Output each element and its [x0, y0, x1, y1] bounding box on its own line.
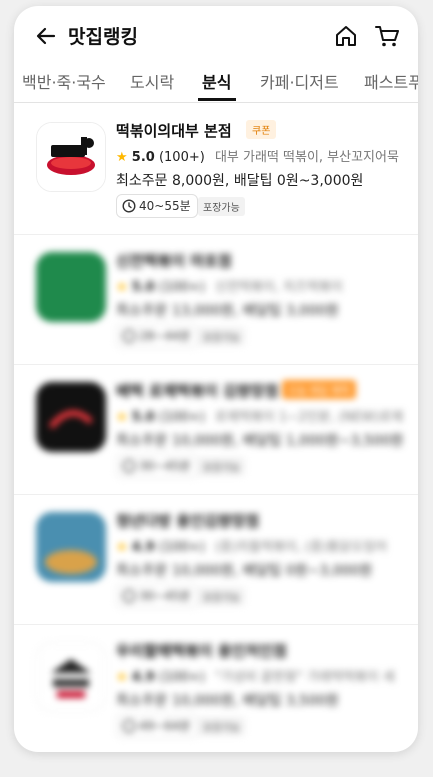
- store-item[interactable]: 배떡 로제떡볶이 김량장점 오늘 배달 혜택 ★ 5.0 (100+) 로제떡볶…: [14, 366, 418, 495]
- delivery-time: 49~64분: [139, 719, 191, 733]
- rating-value: 4.9: [131, 670, 155, 685]
- takeout-tag: 포장가능: [198, 457, 245, 476]
- star-icon: ★: [116, 150, 128, 165]
- delivery-time-chip: 30~45분: [116, 584, 198, 608]
- rating-value: 5.0: [131, 150, 155, 165]
- rating-row: ★ 5.0 (100+) 신전떡볶이, 치즈떡볶이: [116, 276, 343, 295]
- review-count: (100+): [158, 540, 205, 555]
- store-item[interactable]: 신전떡볶이 마포점 ★ 5.0 (100+) 신전떡볶이, 치즈떡볶이 최소주문…: [14, 236, 418, 365]
- store-name[interactable]: 청년다방 용인김량장점: [116, 510, 259, 531]
- star-icon: ★: [116, 280, 128, 295]
- page-title: 맛집랭킹: [68, 26, 138, 48]
- takeout-tag: 포장가능: [198, 327, 245, 346]
- menu-summary: 대부 가래떡 떡볶이, 부산꼬지어묵: [214, 150, 399, 165]
- delivery-time-chip: 40~55분: [116, 194, 198, 218]
- store-name[interactable]: 떡볶이의대부 본점: [116, 120, 232, 141]
- review-count: (100+): [158, 410, 205, 425]
- takeout-tag: 포장가능: [198, 197, 245, 216]
- delivery-info: 최소주문 10,000원, 배달팁 1,000원~3,500원: [116, 433, 404, 449]
- cart-icon[interactable]: [374, 24, 400, 48]
- rating-value: 5.0: [131, 280, 155, 295]
- menu-summary: 로제떡볶이 1~2인분, (NEW)로제: [214, 410, 404, 425]
- store-logo: [36, 382, 106, 452]
- delivery-time-chip: 28~44분: [116, 324, 198, 348]
- star-icon: ★: [116, 540, 128, 555]
- delivery-time: 30~45분: [139, 589, 191, 603]
- app-header: 맛집랭킹: [14, 6, 418, 66]
- store-name[interactable]: 신전떡볶이 마포점: [116, 250, 232, 271]
- store-item[interactable]: 청년다방 용인김량장점 ★ 4.9 (100+) (중)차돌떡볶이, (중)통닭…: [14, 496, 418, 625]
- menu-summary: "가성비 끝판왕" 가래떡떡볶이 세: [214, 670, 395, 685]
- delivery-time: 28~44분: [139, 329, 191, 343]
- rating-value: 4.9: [131, 540, 155, 555]
- tab-bunsik[interactable]: 분식: [202, 69, 231, 93]
- promo-badge: 오늘 배달 혜택: [282, 380, 356, 399]
- menu-summary: (중)차돌떡볶이, (중)통닭오징어: [214, 540, 388, 555]
- store-logo: [36, 252, 106, 322]
- delivery-time: 30~45분: [139, 459, 191, 473]
- tab-fastfood[interactable]: 패스트푸드: [364, 69, 418, 93]
- phone-frame: 맛집랭킹 백반·죽·국수 도시락 분식 카페·디저트 패스트푸드: [14, 6, 418, 752]
- clock-icon: [122, 329, 136, 343]
- takeout-tag: 포장가능: [198, 717, 245, 736]
- rating-value: 5.0: [131, 410, 155, 425]
- clock-icon: [122, 719, 136, 733]
- review-count: (100+): [158, 670, 205, 685]
- delivery-time: 40~55분: [139, 199, 191, 213]
- review-count: (100+): [158, 280, 205, 295]
- tab-baekban[interactable]: 백반·죽·국수: [22, 69, 106, 93]
- rating-row: ★ 5.0 (100+) 로제떡볶이 1~2인분, (NEW)로제: [116, 406, 403, 425]
- clock-icon: [122, 459, 136, 473]
- delivery-info: 최소주문 8,000원, 배달팁 0원~3,000원: [116, 173, 364, 189]
- coupon-badge: 쿠폰: [246, 120, 277, 139]
- store-logo: [36, 122, 106, 192]
- store-item[interactable]: 떡볶이의대부 본점 쿠폰 ★ 5.0 (100+) 대부 가래떡 떡볶이, 부산…: [14, 106, 418, 235]
- home-icon[interactable]: [334, 24, 358, 48]
- rating-row: ★ 5.0 (100+) 대부 가래떡 떡볶이, 부산꼬지어묵: [116, 146, 399, 165]
- clock-icon: [122, 199, 136, 213]
- delivery-info: 최소주문 13,000원, 배달팁 3,000원: [116, 303, 339, 319]
- star-icon: ★: [116, 410, 128, 425]
- rating-row: ★ 4.9 (100+) (중)차돌떡볶이, (중)통닭오징어: [116, 536, 387, 555]
- takeout-tag: 포장가능: [198, 587, 245, 606]
- store-name[interactable]: 배떡 로제떡볶이 김량장점: [116, 380, 278, 401]
- tab-dosirak[interactable]: 도시락: [130, 69, 174, 93]
- store-logo: [36, 642, 106, 712]
- menu-summary: 신전떡볶이, 치즈떡볶이: [214, 280, 343, 295]
- star-icon: ★: [116, 670, 128, 685]
- active-tab-indicator: [198, 98, 236, 101]
- tab-cafe-dessert[interactable]: 카페·디저트: [260, 69, 339, 93]
- delivery-info: 최소주문 10,000원, 배달팁 0원~3,000원: [116, 563, 373, 579]
- clock-icon: [122, 589, 136, 603]
- review-count: (100+): [158, 150, 205, 165]
- delivery-time-chip: 49~64분: [116, 714, 198, 738]
- delivery-time-chip: 30~45분: [116, 454, 198, 478]
- delivery-info: 최소주문 10,000원, 배달팁 3,500원: [116, 693, 339, 709]
- rating-row: ★ 4.9 (100+) "가성비 끝판왕" 가래떡떡볶이 세: [116, 666, 395, 685]
- store-logo: [36, 512, 106, 582]
- arrow-left-icon[interactable]: [34, 24, 58, 48]
- store-item[interactable]: 우리할매떡볶이 용인처인점 ★ 4.9 (100+) "가성비 끝판왕" 가래떡…: [14, 626, 418, 752]
- store-name[interactable]: 우리할매떡볶이 용인처인점: [116, 640, 287, 661]
